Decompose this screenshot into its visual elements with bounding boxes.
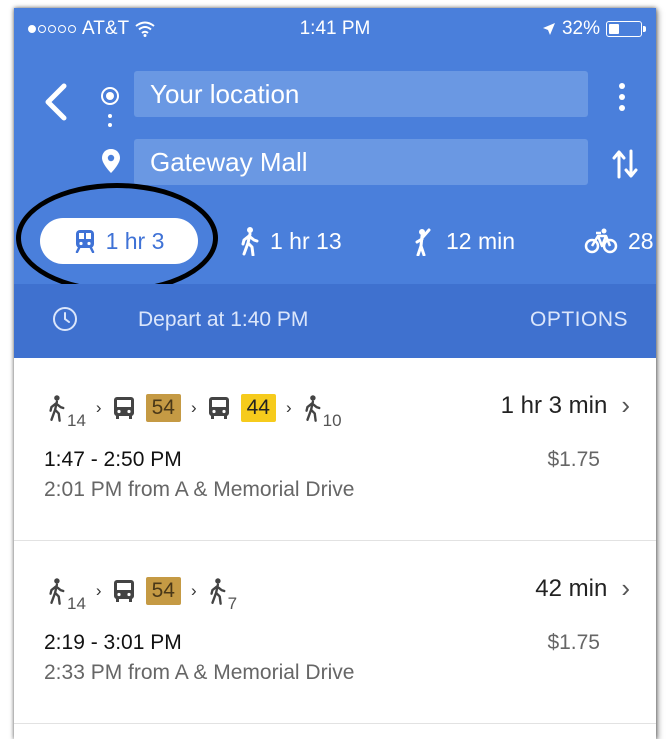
clock-icon bbox=[53, 307, 77, 331]
route-duration: 42 min › bbox=[535, 573, 630, 604]
route-time-range: 1:47 - 2:50 PM bbox=[44, 448, 182, 471]
route-duration-text: 42 min bbox=[535, 574, 608, 602]
bicycle-icon bbox=[584, 228, 618, 254]
walk-minutes: 14 bbox=[67, 594, 86, 613]
route-time-range: 2:19 - 3:01 PM bbox=[44, 631, 182, 654]
walk-step: 14 bbox=[46, 393, 86, 430]
status-bar: AT&T 1:41 PM 32% bbox=[14, 8, 656, 50]
route-fare: $1.75 bbox=[547, 631, 600, 654]
route-departure-info: 2:01 PM from A & Memorial Drive bbox=[44, 478, 355, 501]
tab-walking-label: 1 hr 13 bbox=[270, 227, 342, 254]
annotation-circle bbox=[16, 183, 218, 293]
destination-input[interactable]: Gateway Mall bbox=[134, 139, 588, 185]
battery-icon bbox=[606, 21, 646, 37]
ride-hail-icon bbox=[415, 228, 431, 256]
battery-percent: 32% bbox=[561, 18, 600, 39]
walking-icon bbox=[49, 578, 65, 605]
chevron-right-icon: › bbox=[621, 390, 630, 420]
bus-icon bbox=[113, 580, 134, 602]
options-button[interactable]: OPTIONS bbox=[530, 308, 628, 332]
swap-directions-icon[interactable] bbox=[610, 147, 640, 181]
status-right: 32% bbox=[542, 18, 646, 40]
walking-icon bbox=[49, 395, 65, 422]
walking-icon bbox=[209, 578, 226, 605]
tab-ride-hailing[interactable]: 12 min bbox=[408, 212, 515, 270]
origin-input[interactable]: Your location bbox=[134, 71, 588, 117]
walk-minutes: 10 bbox=[322, 411, 342, 430]
tab-walking[interactable]: 1 hr 13 bbox=[238, 212, 342, 270]
step-separator-icon: › bbox=[190, 581, 197, 600]
walk-step: 7 bbox=[207, 576, 237, 613]
route-duration: 1 hr 3 min › bbox=[501, 390, 630, 421]
depart-time-bar: Depart at 1:40 PM OPTIONS bbox=[14, 284, 656, 358]
walking-icon bbox=[305, 395, 321, 422]
step-separator-icon: › bbox=[285, 398, 292, 417]
route-option[interactable]: 14 › 54 › 44 › 10 1 hr 3 min › 1:47 - 2:… bbox=[14, 358, 656, 541]
route-steps: 14 › 54 › 7 bbox=[46, 571, 237, 613]
depart-time-button[interactable]: Depart at 1:40 PM bbox=[138, 308, 308, 332]
route-duration-text: 1 hr 3 min bbox=[500, 391, 608, 419]
bus-line-badge: 54 bbox=[145, 394, 181, 422]
route-connector-dots bbox=[108, 114, 112, 132]
walk-step: 10 bbox=[302, 393, 342, 430]
step-separator-icon: › bbox=[95, 581, 102, 600]
tab-cycling[interactable]: 28 bbox=[584, 212, 654, 270]
bus-icon bbox=[113, 397, 134, 419]
app-screen: AT&T 1:41 PM 32% Your location Gateway M… bbox=[14, 8, 656, 739]
step-separator-icon: › bbox=[95, 398, 102, 417]
bus-icon bbox=[208, 397, 229, 419]
walk-minutes: 7 bbox=[227, 594, 238, 613]
bus-line-badge: 44 bbox=[240, 394, 276, 422]
origin-icon bbox=[101, 87, 119, 105]
route-steps: 14 › 54 › 44 › 10 bbox=[46, 388, 342, 430]
location-arrow-icon bbox=[542, 23, 555, 35]
route-departure-info: 2:33 PM from A & Memorial Drive bbox=[44, 661, 355, 684]
chevron-right-icon: › bbox=[621, 573, 630, 603]
step-separator-icon: › bbox=[190, 398, 197, 417]
back-arrow-icon[interactable] bbox=[38, 80, 74, 124]
walk-minutes: 14 bbox=[67, 411, 86, 430]
walking-icon bbox=[241, 227, 259, 256]
destination-pin-icon bbox=[102, 149, 120, 173]
route-fare: $1.75 bbox=[547, 448, 600, 471]
route-option[interactable]: 14 › 54 › 7 42 min › 2:19 - 3:01 PM $1.7… bbox=[14, 541, 656, 724]
tab-cycling-label: 28 bbox=[628, 227, 654, 254]
bus-line-badge: 54 bbox=[145, 577, 181, 605]
more-options-icon[interactable] bbox=[610, 80, 634, 114]
walk-step: 14 bbox=[46, 576, 86, 613]
route-list: 14 › 54 › 44 › 10 1 hr 3 min › 1:47 - 2:… bbox=[14, 358, 656, 724]
tab-ride-hailing-label: 12 min bbox=[446, 227, 516, 254]
